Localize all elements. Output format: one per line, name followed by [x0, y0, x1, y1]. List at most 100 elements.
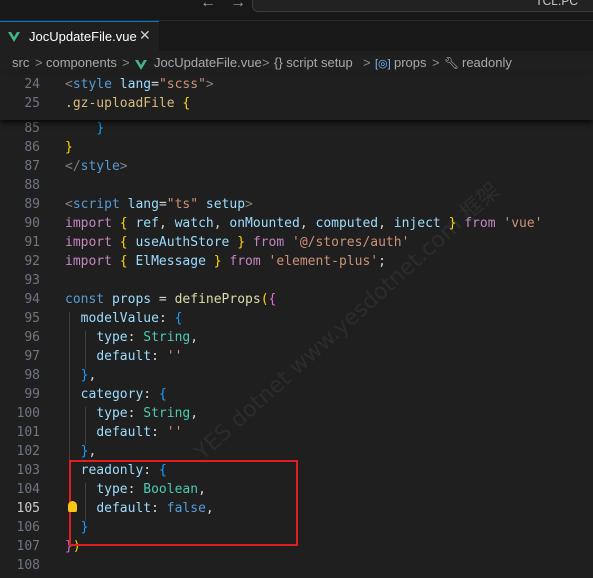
tab-label: JocUpdateFile.vue	[29, 29, 137, 44]
code-line[interactable]: 85 }	[0, 119, 593, 138]
line-number: 88	[24, 178, 40, 193]
line-number: 90	[24, 216, 40, 231]
code-token: >	[245, 197, 253, 212]
code-token: ,	[299, 216, 316, 231]
line-number: 94	[24, 292, 40, 307]
code-text: import { useAuthStore } from '@/stores/a…	[65, 233, 409, 252]
tab-jocupdatefile[interactable]: JocUpdateFile.vue ✕	[0, 21, 159, 52]
code-token: :	[143, 387, 159, 402]
code-token: {	[174, 311, 183, 326]
line-number: 86	[24, 140, 40, 155]
variable-icon: [◎]	[375, 58, 391, 70]
code-line[interactable]: 100 type: String,	[0, 404, 593, 423]
code-token: script	[72, 197, 120, 212]
code-line[interactable]: 95 modelValue: {	[0, 309, 593, 328]
command-center-text: TCL.PC	[535, 0, 578, 8]
line-number: 106	[16, 520, 40, 535]
code-token: '@/stores/auth'	[292, 235, 410, 250]
code-line[interactable]: 108	[0, 556, 593, 575]
code-line[interactable]: 99 category: {	[0, 385, 593, 404]
code-line[interactable]: 94 const props = defineProps({	[0, 290, 593, 309]
code-text: import { ElMessage } from 'element-plus'…	[65, 252, 386, 271]
code-token: {	[158, 387, 167, 402]
line-number: 99	[24, 387, 40, 402]
code-token: type	[96, 330, 128, 345]
code-text: }	[65, 119, 104, 138]
code-token: :	[151, 425, 167, 440]
breadcrumb-props[interactable]: props	[394, 55, 427, 70]
code-token: ,	[158, 216, 175, 231]
chevron-right-icon: >	[432, 55, 440, 70]
line-number: 107	[16, 539, 40, 554]
back-arrow-icon[interactable]: ←	[200, 0, 216, 12]
code-line[interactable]: 102 },	[0, 442, 593, 461]
code-line[interactable]: 24 <style lang="scss">	[0, 75, 593, 94]
code-line[interactable]: 98 },	[0, 366, 593, 385]
code-line[interactable]: 87 </style>	[0, 157, 593, 176]
code-token: inject	[393, 216, 441, 231]
code-token: "ts"	[166, 197, 199, 212]
code-token: String	[143, 330, 191, 345]
code-line[interactable]: 93	[0, 271, 593, 290]
code-line[interactable]: 101 default: ''	[0, 423, 593, 442]
code-token: }	[96, 121, 105, 136]
code-token: type	[96, 406, 128, 421]
code-token: >	[205, 77, 214, 92]
code-line[interactable]: 97 default: ''	[0, 347, 593, 366]
code-text: modelValue: {	[65, 309, 183, 328]
code-token: onMounted	[229, 216, 300, 231]
sticky-scroll-header[interactable]: 24 <style lang="scss"> 25 .gz-uploadFile {	[0, 74, 593, 120]
chevron-right-icon: >	[262, 55, 270, 70]
chevron-right-icon: >	[122, 55, 130, 70]
breadcrumb-readonly[interactable]: readonly	[462, 55, 512, 70]
close-icon[interactable]: ✕	[139, 27, 151, 44]
code-token: modelValue	[80, 311, 159, 326]
code-token: ,	[88, 444, 97, 459]
breadcrumb: src > components > JocUpdateFile.vue > {…	[0, 52, 593, 74]
code-line[interactable]: 86}	[0, 138, 593, 157]
line-number: 25	[24, 96, 40, 111]
code-line[interactable]: 91 import { useAuthStore } from '@/stores…	[0, 233, 593, 252]
code-line[interactable]: 89 <script lang="ts" setup>	[0, 195, 593, 214]
indent-guide	[85, 331, 86, 369]
code-line[interactable]: 92 import { ElMessage } from 'element-plu…	[0, 252, 593, 271]
code-text: default: ''	[65, 423, 182, 442]
lightbulb-icon[interactable]	[68, 501, 77, 512]
code-token: category	[80, 387, 144, 402]
code-token: :	[127, 330, 144, 345]
code-token: ,	[190, 330, 199, 345]
code-text: <style lang="scss">	[65, 75, 214, 94]
code-token: props	[111, 292, 152, 307]
breadcrumb-components[interactable]: components	[46, 55, 117, 70]
code-token: import	[65, 216, 112, 231]
breadcrumb-src[interactable]: src	[12, 55, 29, 70]
code-token: ,	[213, 216, 230, 231]
code-line[interactable]: 90 import { ref, watch, onMounted, comput…	[0, 214, 593, 233]
code-line[interactable]: 25 .gz-uploadFile {	[0, 94, 593, 113]
command-center[interactable]: TCL.PC	[252, 0, 593, 12]
code-token: =	[151, 292, 175, 307]
code-editor[interactable]: 24 <style lang="scss"> 25 .gz-uploadFile { …	[0, 74, 593, 578]
forward-arrow-icon[interactable]: →	[230, 0, 246, 12]
breadcrumb-file[interactable]: JocUpdateFile.vue	[154, 55, 262, 70]
code-token: from	[252, 235, 285, 250]
code-token: {	[268, 292, 277, 307]
line-number: 98	[24, 368, 40, 383]
code-token: lang	[119, 77, 152, 92]
code-text: import { ref, watch, onMounted, computed…	[65, 214, 543, 233]
code-token: default	[96, 349, 152, 364]
line-number: 101	[16, 425, 40, 440]
breadcrumb-script-setup[interactable]: {} script setup	[274, 55, 353, 70]
code-token: default	[96, 425, 152, 440]
code-token: computed	[315, 216, 379, 231]
code-token: ,	[378, 216, 394, 231]
code-line[interactable]: 96 type: String,	[0, 328, 593, 347]
line-number: 93	[24, 273, 40, 288]
code-text: <script lang="ts" setup>	[65, 195, 253, 214]
code-line[interactable]: 88	[0, 176, 593, 195]
